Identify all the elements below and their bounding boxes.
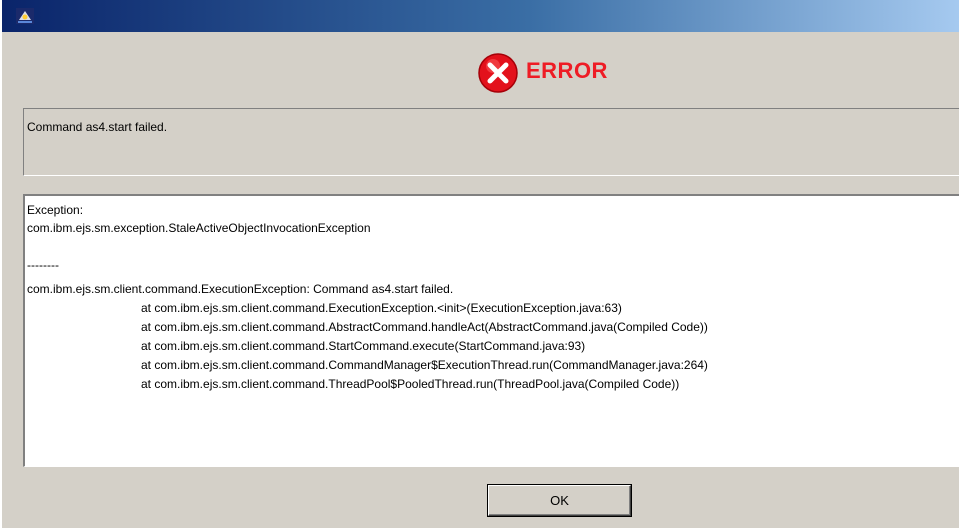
error-x-icon bbox=[478, 53, 518, 93]
stack-trace-line: at com.ibm.ejs.sm.client.command.Executi… bbox=[141, 301, 622, 315]
error-dialog: ERROR Command as4.start failed. Exceptio… bbox=[0, 0, 959, 528]
stack-trace-line: at com.ibm.ejs.sm.client.command.StartCo… bbox=[141, 339, 586, 353]
stack-trace-line: at com.ibm.ejs.sm.client.command.ThreadP… bbox=[141, 377, 680, 391]
detail-line: com.ibm.ejs.sm.exception.StaleActiveObje… bbox=[27, 221, 371, 235]
detail-line: -------- bbox=[27, 258, 59, 272]
detail-line: Exception: bbox=[27, 203, 84, 217]
stack-trace-line: at com.ibm.ejs.sm.client.command.Command… bbox=[141, 358, 708, 372]
error-message: Command as4.start failed. bbox=[27, 120, 168, 134]
message-panel: Command as4.start failed. bbox=[23, 108, 959, 176]
java-app-icon bbox=[16, 8, 34, 24]
ok-button[interactable]: OK bbox=[488, 485, 631, 516]
error-header: ERROR bbox=[2, 44, 959, 104]
stack-trace-line: at com.ibm.ejs.sm.client.command.Abstrac… bbox=[141, 320, 708, 334]
detail-line: com.ibm.ejs.sm.client.command.ExecutionE… bbox=[27, 282, 454, 296]
title-bar[interactable] bbox=[2, 0, 959, 32]
exception-details-textarea[interactable]: Exception: com.ibm.ejs.sm.exception.Stal… bbox=[23, 194, 959, 467]
error-title: ERROR bbox=[526, 58, 608, 83]
